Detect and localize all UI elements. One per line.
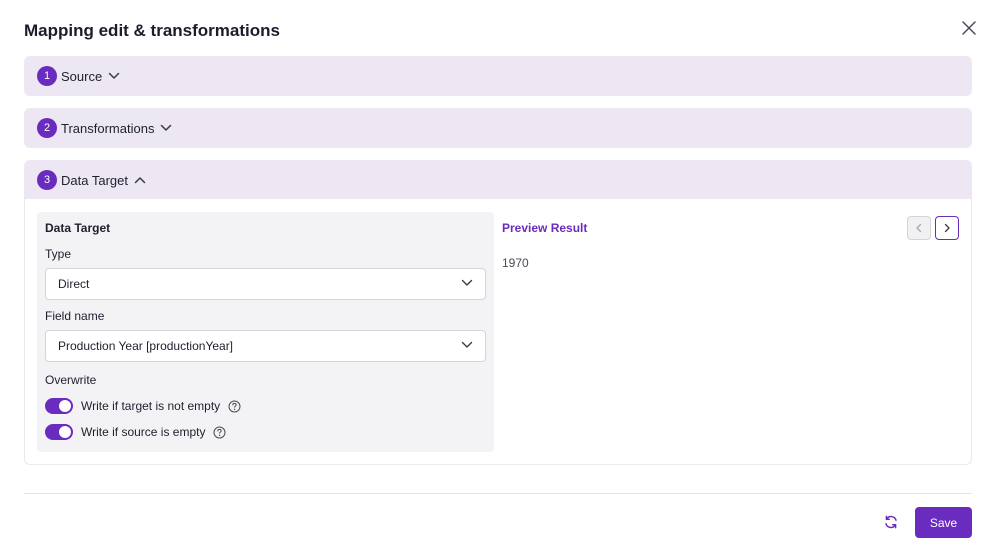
save-button[interactable]: Save [915,507,972,538]
preview-next-button[interactable] [935,216,959,240]
field-name-select-value: Production Year [productionYear] [58,339,234,353]
preview-result-title: Preview Result [502,221,588,235]
section-data-target-label: Data Target [61,172,128,188]
chevron-up-icon [134,176,146,184]
panel-title: Data Target [45,221,111,235]
reset-button[interactable] [881,512,901,532]
help-circle-icon[interactable] [228,400,241,413]
chevron-down-icon [108,72,120,80]
type-select-value: Direct [58,277,90,291]
section-transformations-label: Transformations [61,120,155,136]
footer-divider [24,493,972,494]
preview-result-value: 1970 [502,256,529,270]
chevron-left-icon [916,223,922,233]
mapping-dialog: Mapping edit & transformations 1 Source … [0,0,996,558]
preview-prev-button[interactable] [907,216,931,240]
toggle-row-target-not-empty: Write if target is not empty [45,398,241,414]
toggle-label: Write if target is not empty [81,399,221,413]
type-label: Type [45,247,72,261]
help-circle-icon[interactable] [213,426,226,439]
section-transformations-header[interactable]: 2 Transformations [24,108,972,148]
section-data-target-header[interactable]: 3 Data Target [24,160,972,200]
step-badge-1: 1 [37,66,57,86]
chevron-down-icon [461,341,473,349]
close-icon [962,21,976,35]
toggle-knob [59,400,71,412]
step-badge-2: 2 [37,118,57,138]
toggle-knob [59,426,71,438]
section-source-label: Source [61,68,103,84]
overwrite-label: Overwrite [45,373,97,387]
dialog-title: Mapping edit & transformations [24,21,280,40]
data-target-panel: Data Target Type Direct Field name Produ… [37,212,494,452]
field-name-select[interactable]: Production Year [productionYear] [45,330,486,362]
write-if-source-empty-toggle[interactable] [45,424,73,440]
toggle-label: Write if source is empty [81,425,206,439]
step-badge-3: 3 [37,170,57,190]
section-source-header[interactable]: 1 Source [24,56,972,96]
toggle-row-source-empty: Write if source is empty [45,424,226,440]
chevron-right-icon [944,223,950,233]
chevron-down-icon [461,279,473,287]
refresh-icon [885,515,897,529]
write-if-target-not-empty-toggle[interactable] [45,398,73,414]
close-button[interactable] [958,17,980,39]
chevron-down-icon [160,124,172,132]
type-select[interactable]: Direct [45,268,486,300]
field-name-label: Field name [45,309,105,323]
